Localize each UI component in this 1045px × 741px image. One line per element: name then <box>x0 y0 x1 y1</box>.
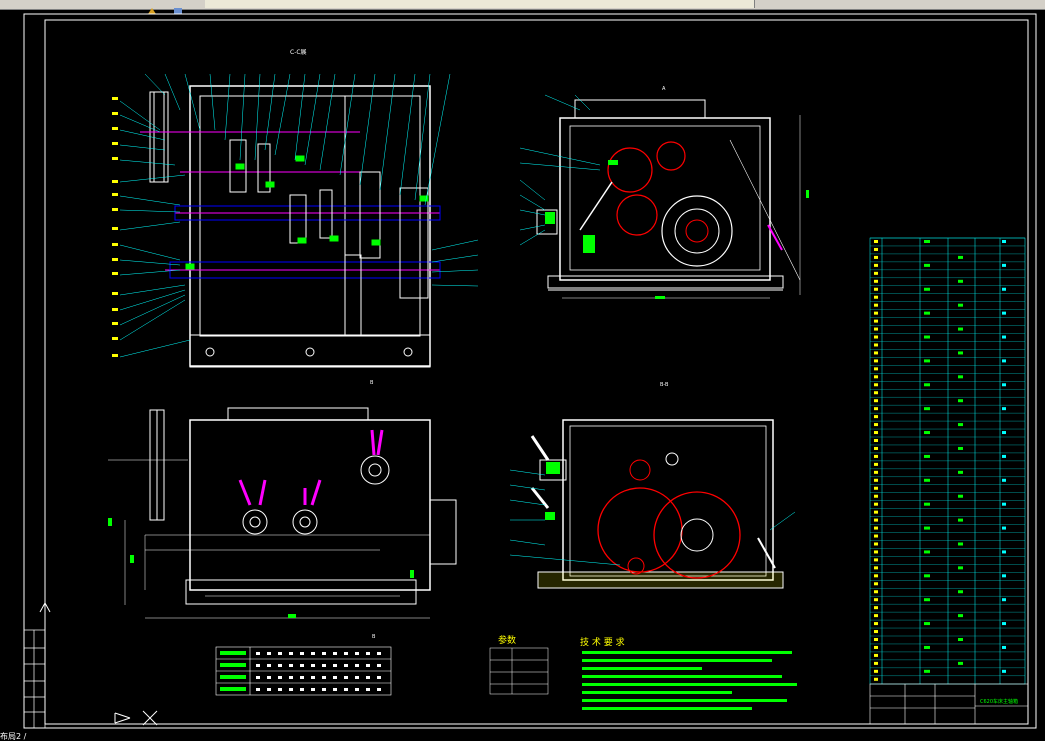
outer-border-frame <box>23 13 1037 729</box>
tech-requirements-title: 技 术 要 求 <box>580 636 625 648</box>
svg-text:B: B <box>370 380 374 386</box>
section-cc-view: C-C展 <box>112 49 479 368</box>
view-a-top-right: A <box>519 86 809 299</box>
section-bb-view: B-B <box>509 382 796 589</box>
tab-3[interactable] <box>525 0 660 8</box>
svg-text:B: B <box>372 634 376 640</box>
front-view-bottom-left: B B <box>108 380 457 640</box>
drawing-tab-strip <box>0 0 1045 14</box>
svg-text:A: A <box>662 86 666 92</box>
title-block-name: C620车床主轴箱 <box>980 698 1018 705</box>
inner-border-frame <box>44 19 1029 725</box>
section-bb-label: B-B <box>660 382 669 388</box>
cad-drawing-canvas[interactable]: C-C展 A B B B-B C620车床主轴箱 参数 技 术 要 求 <box>0 10 1045 733</box>
layer-tool-icon[interactable] <box>147 0 157 14</box>
params-title: 参数 <box>498 634 516 646</box>
tab-4[interactable] <box>658 0 755 8</box>
tech-requirements-lines <box>582 651 797 710</box>
tab-2[interactable] <box>360 0 527 8</box>
cube-tool-icon[interactable] <box>173 0 183 14</box>
params-block <box>489 647 549 695</box>
parts-list-marks <box>874 240 1006 681</box>
parts-list-rows <box>870 237 1025 676</box>
left-title-strip <box>23 629 46 729</box>
layout-tab-label[interactable]: 布局2 / <box>0 733 120 741</box>
tab-1[interactable] <box>205 0 362 8</box>
section-cc-label: C-C展 <box>290 49 307 56</box>
ucs-icon <box>39 602 158 726</box>
